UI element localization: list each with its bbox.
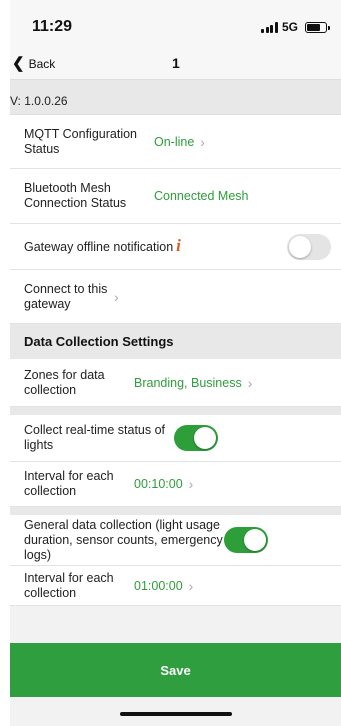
divider: [10, 507, 341, 515]
chevron-right-icon: ›: [200, 133, 205, 150]
phone-screen: 11:29 5G ❮ Back 1 V: 1.0.0.26 MQTT Confi…: [10, 0, 341, 726]
realtime-label: Collect real-time status of lights: [24, 423, 166, 452]
chevron-right-icon: ›: [188, 577, 194, 594]
general-collection-label: General data collection (light usage dur…: [24, 517, 223, 562]
interval-value-text-2: 01:00:00: [134, 578, 183, 593]
mesh-status-row: Bluetooth Mesh Connection Status Connect…: [10, 169, 341, 224]
connect-gateway-label: Connect to this gateway: [24, 281, 108, 311]
battery-icon: [305, 21, 330, 33]
section-header: Data Collection Settings: [10, 324, 341, 359]
realtime-toggle[interactable]: [174, 425, 218, 451]
offline-notification-row: Gateway offline notification i: [10, 224, 341, 270]
chevron-right-icon: ›: [247, 374, 253, 391]
page-title: 1: [172, 55, 180, 71]
interval-value-text-1: 00:10:00: [134, 477, 183, 491]
general-collection-row: General data collection (light usage dur…: [10, 515, 341, 566]
network-type: 5G: [281, 20, 298, 34]
status-time: 11:29: [32, 18, 73, 35]
chevron-right-icon: ›: [188, 476, 194, 492]
home-indicator[interactable]: [120, 712, 232, 716]
offline-notification-toggle[interactable]: [287, 233, 331, 260]
version-label: V: 1.0.0.26: [10, 80, 341, 115]
zones-value-text: Branding, Business: [134, 375, 242, 390]
zones-row[interactable]: Zones for data collection Branding, Busi…: [10, 359, 341, 407]
mesh-status-label: Bluetooth Mesh Connection Status: [24, 181, 127, 210]
interval-value-1: 00:10:00 ›: [134, 476, 193, 492]
mqtt-status-row[interactable]: MQTT Configuration Status On-line ›: [10, 115, 341, 169]
info-icon[interactable]: i: [176, 236, 181, 255]
mqtt-status-value: On-line ›: [154, 134, 205, 150]
chevron-right-icon: ›: [114, 288, 119, 305]
interval-row-1[interactable]: Interval for each collection 00:10:00 ›: [10, 462, 341, 507]
interval-value-2: 01:00:00 ›: [134, 578, 193, 594]
mqtt-status-label: MQTT Configuration Status: [24, 126, 138, 156]
save-button[interactable]: Save: [10, 643, 341, 697]
interval-label-1: Interval for each collection: [24, 469, 114, 498]
mesh-status-value: Connected Mesh: [154, 189, 249, 203]
divider: [10, 407, 341, 415]
connect-gateway-row[interactable]: Connect to this gateway ›: [10, 270, 341, 324]
chevron-left-icon: ❮: [12, 55, 25, 72]
zones-value: Branding, Business ›: [134, 375, 252, 391]
mqtt-status-text: On-line: [154, 134, 195, 149]
status-indicators: 5G: [261, 20, 330, 34]
zones-label: Zones for data collection: [24, 367, 105, 397]
home-area: [10, 697, 341, 726]
offline-notification-label-wrap: Gateway offline notification i: [24, 236, 287, 255]
signal-icon: [261, 21, 278, 33]
back-button[interactable]: ❮ Back: [12, 56, 55, 71]
realtime-row: Collect real-time status of lights: [10, 415, 341, 462]
interval-label-2: Interval for each collection: [24, 570, 114, 600]
general-collection-toggle[interactable]: [224, 527, 268, 553]
offline-notification-label: Gateway offline notification: [24, 240, 174, 254]
status-bar: 11:29 5G: [10, 0, 341, 52]
navigation-bar: ❮ Back 1: [10, 52, 341, 80]
back-label: Back: [28, 56, 56, 71]
interval-row-2[interactable]: Interval for each collection 01:00:00 ›: [10, 566, 341, 606]
